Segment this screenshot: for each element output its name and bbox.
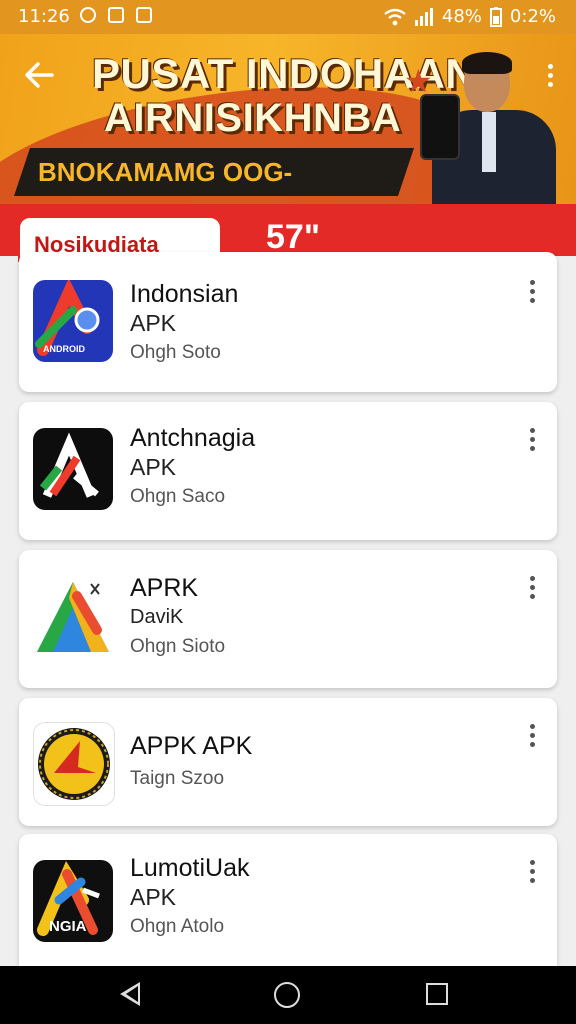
- item-menu-button[interactable]: [527, 856, 537, 892]
- data-usage: 0:2%: [509, 6, 556, 27]
- app-icon-appk: [33, 722, 115, 806]
- app-name: Antchnagia: [130, 424, 256, 452]
- app-name: APRK: [130, 574, 199, 602]
- banner-title-line2: AIRNISIKHNBA: [104, 96, 402, 140]
- star-icon: ★: [404, 63, 433, 99]
- app-icon-antchnagia: [33, 428, 113, 510]
- image-icon: [136, 7, 152, 23]
- arrow-left-icon: [25, 62, 54, 88]
- presenter-hair: [462, 52, 512, 74]
- more-options-button[interactable]: [544, 60, 556, 96]
- nav-home-icon[interactable]: [274, 982, 300, 1008]
- app-meta: Taign Szoo: [130, 768, 225, 789]
- back-button[interactable]: [22, 58, 62, 98]
- app-meta: Ohgn Atolo: [130, 916, 225, 937]
- app-icon-indonsian: ANDROID: [33, 280, 113, 362]
- wifi-icon: [384, 8, 406, 25]
- app-name: LumotiUak: [130, 854, 250, 882]
- header-banner: PUSAT INDOHAAN AIRNISIKHNBA BNOKAMAMG OO…: [0, 34, 576, 204]
- system-nav-bar: [0, 966, 576, 1024]
- phone-image: [420, 94, 460, 160]
- status-bar: 11:26 48% 0:2%: [0, 0, 576, 34]
- item-menu-button[interactable]: [527, 276, 537, 312]
- app-meta: Ohgh Soto: [130, 342, 221, 363]
- signal-icon: [414, 7, 433, 26]
- item-menu-button[interactable]: [527, 572, 537, 608]
- battery-icon: [489, 6, 502, 27]
- app-icon-aprk: [33, 576, 113, 658]
- status-right: 48% 0:2%: [384, 6, 556, 27]
- app-icon-lumotiuak: NGIA: [33, 860, 113, 942]
- item-menu-button[interactable]: [527, 424, 537, 460]
- app-type: APK: [130, 454, 177, 480]
- app-name: Indonsian: [130, 280, 239, 308]
- app-meta: Ohgn Saco: [130, 486, 226, 507]
- app-icon-label: ANDROID: [43, 344, 85, 354]
- app-type: APK: [130, 310, 177, 336]
- app-type: APK: [130, 884, 177, 910]
- notification-icon: [80, 7, 96, 23]
- nav-back-icon[interactable]: [120, 982, 140, 1006]
- list-item[interactable]: APPK APK Taign Szoo: [19, 698, 557, 826]
- list-item[interactable]: ANDROID Indonsian APK Ohgh Soto: [19, 252, 557, 392]
- presenter-shirt: [482, 112, 496, 172]
- message-icon: [108, 7, 124, 23]
- app-meta: Ohgn Sioto: [130, 636, 226, 657]
- item-menu-button[interactable]: [527, 720, 537, 756]
- status-time: 11:26: [18, 6, 70, 27]
- banner-tagline: BNOKAMAMG OOG-INDADEKS: [14, 148, 414, 196]
- app-icon-label: NGIA: [49, 918, 87, 935]
- battery-percent: 48%: [441, 6, 482, 27]
- list-item[interactable]: Antchnagia APK Ohgn Saco: [19, 402, 557, 540]
- list-item[interactable]: NGIA LumotiUak APK Ohgn Atolo: [19, 834, 557, 966]
- app-name: APPK APK: [130, 732, 253, 760]
- list-item[interactable]: APRK DaviK Ohgn Sioto: [19, 550, 557, 688]
- app-type: DaviK: [130, 606, 184, 628]
- nav-recent-icon[interactable]: [426, 983, 448, 1005]
